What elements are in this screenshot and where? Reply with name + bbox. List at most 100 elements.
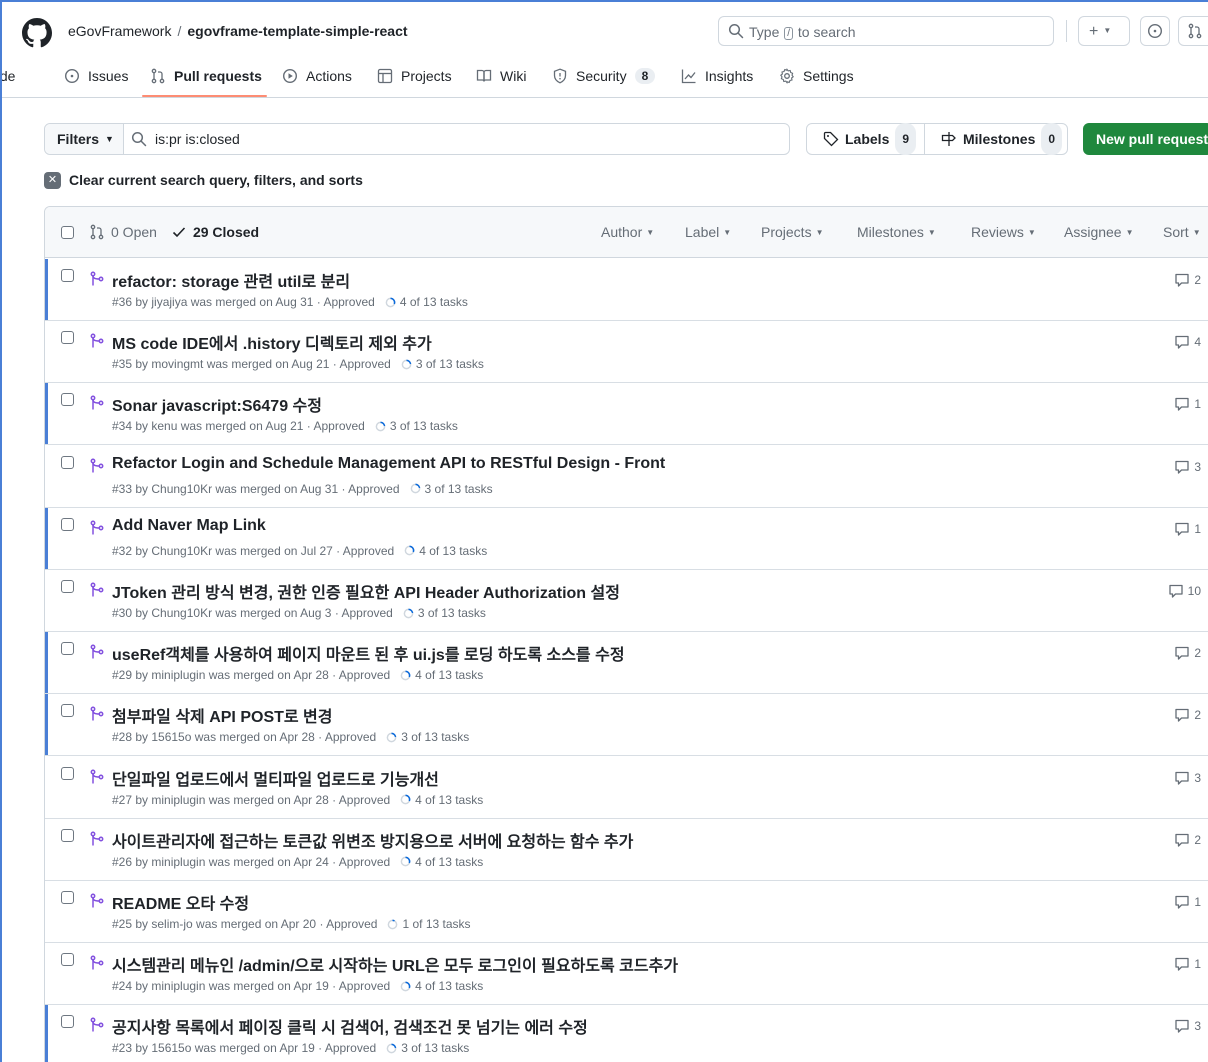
pr-row[interactable]: MS code IDE에서 .history 디렉토리 제외 추가 #35 by …	[45, 321, 1208, 384]
create-new-button[interactable]: + ▼	[1078, 16, 1130, 46]
pr-title-link[interactable]: useRef객체를 사용하여 페이지 마운트 된 후 ui.js를 로딩 하도록…	[112, 641, 625, 665]
pr-row[interactable]: README 오타 수정 #25 by selim-jo was merged o…	[45, 881, 1208, 943]
pr-row[interactable]: 첨부파일 삭제 API POST로 변경 #28 by 15615o was me…	[45, 694, 1208, 757]
reviews-filter[interactable]: Reviews ▼	[971, 224, 1036, 240]
tab-insights[interactable]: Insights	[681, 68, 753, 84]
pr-row[interactable]: 단일파일 업로드에서 멀티파일 업로드로 기능개선 #27 by miniplug…	[45, 756, 1208, 819]
tab-wiki[interactable]: Wiki	[476, 68, 526, 84]
closed-state-link[interactable]: 29 Closed	[171, 224, 259, 240]
pr-comments-link[interactable]: 1	[1174, 521, 1201, 537]
labels-button[interactable]: Labels 9	[823, 123, 917, 155]
pr-title-link[interactable]: 사이트관리자에 접근하는 토큰값 위변조 방지용으로 서버에 요청하는 함수 추…	[112, 828, 633, 852]
pr-task-count[interactable]: 4 of 13 tasks	[415, 855, 483, 869]
pr-search-input[interactable]: is:pr is:closed	[131, 124, 240, 154]
pr-select-checkbox[interactable]	[61, 580, 74, 593]
pr-title-link[interactable]: refactor: storage 관련 util로 분리	[112, 268, 350, 292]
milestones-filter[interactable]: Milestones ▼	[857, 224, 936, 240]
filters-dropdown-button[interactable]: Filters ▼	[45, 124, 124, 154]
pr-comments-link[interactable]: 3	[1174, 1018, 1201, 1034]
pr-select-checkbox[interactable]	[61, 331, 74, 345]
pr-title-link[interactable]: Add Naver Map Link	[112, 517, 266, 535]
pr-select-checkbox[interactable]	[61, 393, 74, 407]
pr-comments-link[interactable]: 2	[1174, 707, 1201, 723]
new-pull-request-button[interactable]: New pull request	[1083, 123, 1208, 155]
pr-task-count[interactable]: 3 of 13 tasks	[425, 482, 493, 496]
pr-comments-link[interactable]: 2	[1174, 832, 1201, 848]
pr-row[interactable]: 시스템관리 메뉴인 /admin/으로 시작하는 URL은 모두 로그인이 필요…	[45, 943, 1208, 1006]
pr-task-count[interactable]: 4 of 13 tasks	[419, 544, 487, 558]
pr-row[interactable]: refactor: storage 관련 util로 분리 #36 by jiya…	[45, 259, 1208, 321]
pr-select-checkbox[interactable]	[61, 517, 74, 531]
pr-title-link[interactable]: MS code IDE에서 .history 디렉토리 제외 추가	[112, 330, 432, 354]
pr-task-count[interactable]: 4 of 13 tasks	[415, 668, 483, 682]
pr-task-count[interactable]: 3 of 13 tasks	[401, 1041, 469, 1055]
pr-row[interactable]: 공지사항 목록에서 페이징 클릭 시 검색어, 검색조건 못 넘기는 에러 수정…	[45, 1005, 1208, 1062]
pr-select-checkbox[interactable]	[61, 953, 74, 967]
pr-task-count[interactable]: 4 of 13 tasks	[400, 295, 468, 309]
git-merge-icon	[90, 955, 104, 970]
label-filter[interactable]: Label ▼	[685, 224, 731, 240]
sort-dropdown[interactable]: Sort ▼	[1163, 224, 1201, 240]
tab-projects[interactable]: Projects	[377, 68, 452, 84]
global-search-input[interactable]: Type / to search >_	[718, 16, 1054, 46]
tab-code[interactable]: Code	[2, 68, 15, 84]
pr-task-count[interactable]: 3 of 13 tasks	[401, 730, 469, 744]
pr-comments-link[interactable]: 2	[1174, 272, 1201, 288]
assignee-filter[interactable]: Assignee ▼	[1064, 224, 1134, 240]
pr-title-link[interactable]: Refactor Login and Schedule Management A…	[112, 455, 665, 473]
repo-owner-link[interactable]: eGovFramework	[68, 23, 171, 39]
author-filter[interactable]: Author ▼	[601, 224, 654, 240]
pr-task-count[interactable]: 3 of 13 tasks	[418, 606, 486, 620]
pr-title-link[interactable]: 단일파일 업로드에서 멀티파일 업로드로 기능개선	[112, 766, 439, 790]
github-logo-icon[interactable]	[22, 18, 52, 48]
pr-title-link[interactable]: JToken 관리 방식 변경, 권한 인증 필요한 API Header Au…	[112, 579, 620, 603]
pr-title-link[interactable]: 시스템관리 메뉴인 /admin/으로 시작하는 URL은 모두 로그인이 필요…	[112, 952, 678, 976]
pr-select-checkbox[interactable]	[61, 269, 74, 282]
pr-task-count[interactable]: 4 of 13 tasks	[415, 793, 483, 807]
pr-select-checkbox[interactable]	[61, 455, 74, 469]
projects-filter[interactable]: Projects ▼	[761, 224, 824, 240]
pr-title-link[interactable]: Sonar javascript:S6479 수정	[112, 392, 322, 416]
pr-select-checkbox[interactable]	[61, 1015, 74, 1029]
pr-comments-link[interactable]: 1	[1174, 396, 1201, 412]
pr-select-checkbox[interactable]	[61, 891, 74, 904]
open-state-link[interactable]: 0 Open	[89, 224, 157, 240]
pr-comments-link[interactable]: 1	[1174, 956, 1201, 972]
tab-insights-label: Insights	[705, 68, 754, 84]
pr-task-count[interactable]: 1 of 13 tasks	[402, 917, 470, 931]
pr-task-count[interactable]: 3 of 13 tasks	[416, 357, 484, 371]
pr-row[interactable]: Refactor Login and Schedule Management A…	[45, 445, 1208, 508]
pr-comments-link[interactable]: 4	[1174, 334, 1201, 350]
pr-comments-link[interactable]: 3	[1174, 770, 1201, 786]
pr-select-checkbox[interactable]	[61, 766, 74, 780]
pr-comments-link[interactable]: 2	[1174, 645, 1201, 661]
pr-title-link[interactable]: 첨부파일 삭제 API POST로 변경	[112, 703, 333, 727]
tab-security[interactable]: Security 8	[552, 68, 656, 84]
tab-issues[interactable]: Issues	[64, 68, 128, 84]
pr-row[interactable]: Add Naver Map Link #32 by Chung10Kr was m…	[45, 507, 1208, 570]
pr-task-count[interactable]: 3 of 13 tasks	[390, 419, 458, 433]
pr-comments-link[interactable]: 10	[1168, 583, 1201, 599]
pr-select-checkbox[interactable]	[61, 828, 74, 842]
pr-select-checkbox[interactable]	[61, 642, 74, 656]
pr-title-link[interactable]: 공지사항 목록에서 페이징 클릭 시 검색어, 검색조건 못 넘기는 에러 수정	[112, 1014, 588, 1038]
repo-name-link[interactable]: egovframe-template-simple-react	[187, 23, 407, 39]
tab-actions[interactable]: Actions	[282, 68, 352, 84]
tab-pull-requests[interactable]: Pull requests	[150, 68, 262, 84]
select-all-checkbox[interactable]	[61, 226, 74, 239]
pr-row[interactable]: useRef객체를 사용하여 페이지 마운트 된 후 ui.js를 로딩 하도록…	[45, 632, 1208, 695]
pr-meta-text: #27 by miniplugin was merged on Apr 28 ·…	[112, 792, 391, 807]
clear-filters-link[interactable]: ✕ Clear current search query, filters, a…	[44, 170, 363, 190]
pr-select-checkbox[interactable]	[61, 704, 74, 718]
pr-row[interactable]: 사이트관리자에 접근하는 토큰값 위변조 방지용으로 서버에 요청하는 함수 추…	[45, 818, 1208, 881]
your-pull-requests-button[interactable]	[1178, 16, 1208, 46]
pr-comments-link[interactable]: 1	[1174, 894, 1201, 910]
your-issues-button[interactable]	[1140, 16, 1170, 46]
pr-row[interactable]: JToken 관리 방식 변경, 권한 인증 필요한 API Header Au…	[45, 570, 1208, 632]
pr-row[interactable]: Sonar javascript:S6479 수정 #34 by kenu was…	[45, 383, 1208, 446]
pr-title-link[interactable]: README 오타 수정	[112, 890, 249, 914]
pr-comments-link[interactable]: 3	[1174, 459, 1201, 475]
tab-settings[interactable]: Settings	[779, 68, 854, 84]
milestones-button[interactable]: Milestones 0	[941, 123, 1063, 155]
pr-task-count[interactable]: 4 of 13 tasks	[415, 979, 483, 993]
